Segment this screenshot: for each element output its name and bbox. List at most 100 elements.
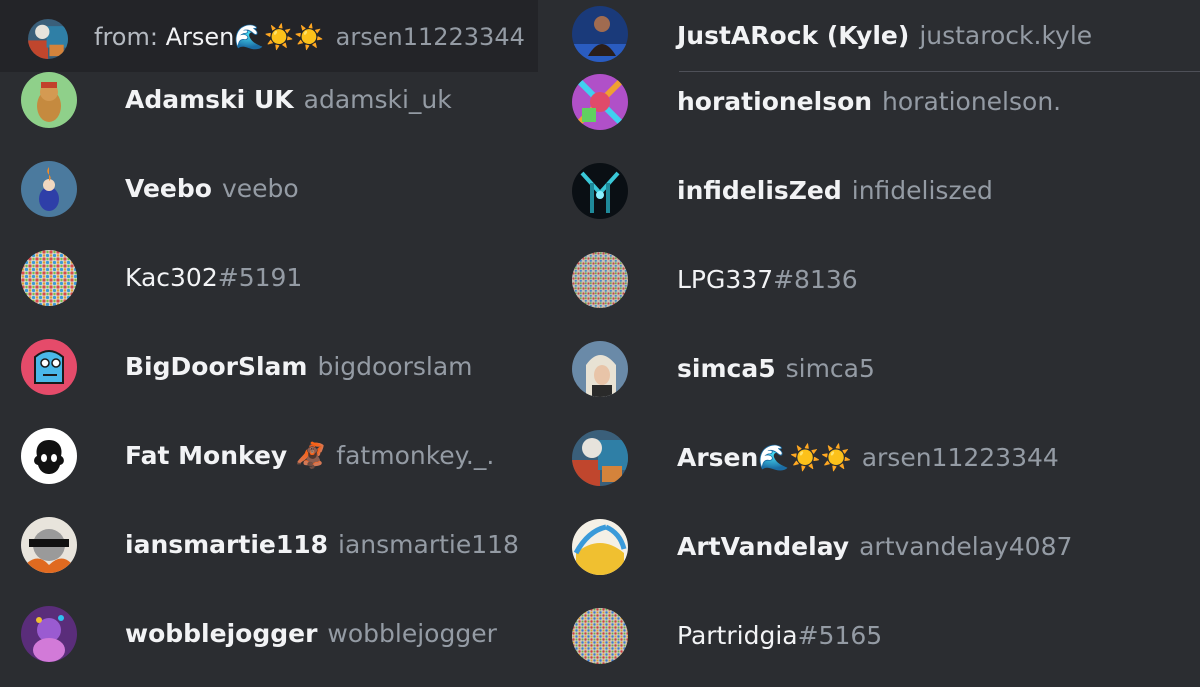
member-row[interactable]: simca5 simca5 <box>551 336 1200 402</box>
member-row[interactable]: ArtVandelay artvandelay4087 <box>551 514 1200 580</box>
avatar-image <box>572 163 628 219</box>
username: artvandelay4087 <box>859 532 1073 561</box>
username: iansmartie118 <box>338 530 519 559</box>
avatar-image <box>21 72 77 128</box>
avatar-image <box>572 519 628 575</box>
member-row[interactable]: JustARock (Kyle) justarock.kyle <box>551 2 1200 68</box>
member-label: JustARock (Kyle) justarock.kyle <box>677 21 1092 51</box>
member-row[interactable]: iansmartie118 iansmartie118 <box>0 512 560 578</box>
display-name: Adamski UK <box>125 85 294 114</box>
avatar <box>572 163 628 219</box>
display-name: wobblejogger <box>125 619 318 648</box>
avatar-image <box>572 6 628 62</box>
username: adamski_uk <box>303 85 452 114</box>
filter-display-name: Arsen <box>165 23 235 51</box>
discriminator: #5165 <box>797 621 883 650</box>
member-row[interactable]: LPG337#8136 <box>551 247 1200 313</box>
avatar-image <box>21 428 77 484</box>
avatar-image <box>572 341 628 397</box>
avatar <box>21 250 77 306</box>
filter-username: arsen11223344 <box>335 23 525 51</box>
avatar <box>572 430 628 486</box>
username: fatmonkey._. <box>336 441 495 470</box>
avatar <box>572 74 628 130</box>
discriminator: #8136 <box>773 265 858 294</box>
member-label: Veebo veebo <box>125 174 299 204</box>
member-row[interactable]: infidelisZed infideliszed <box>551 158 1200 224</box>
username: simca5 <box>785 354 875 383</box>
username: veebo <box>221 174 299 203</box>
member-row[interactable]: Partridgia#5165 <box>551 603 1200 669</box>
avatar <box>21 428 77 484</box>
member-suggestion-list: from: Arsen🌊☀️☀️ arsen11223344 Adamski U… <box>0 0 1200 687</box>
member-row[interactable]: wobblejogger wobblejogger <box>0 601 560 667</box>
member-label: wobblejogger wobblejogger <box>125 619 497 649</box>
display-name: Partridgia <box>677 621 798 650</box>
member-label: Adamski UK adamski_uk <box>125 85 452 115</box>
avatar <box>21 517 77 573</box>
display-name: iansmartie118 <box>125 530 329 559</box>
orangutan-emoji-icon: 🦧 <box>295 441 327 470</box>
username: infideliszed <box>851 176 993 205</box>
member-label: simca5 simca5 <box>677 354 875 384</box>
avatar <box>21 606 77 662</box>
avatar-image <box>572 252 628 308</box>
discriminator: #5191 <box>217 263 303 292</box>
avatar-image <box>572 608 628 664</box>
member-row[interactable]: Fat Monkey 🦧 fatmonkey._. <box>0 423 560 489</box>
display-name: Veebo <box>125 174 212 203</box>
member-row[interactable]: horationelson horationelson. <box>551 69 1200 135</box>
member-row[interactable]: Adamski UK adamski_uk <box>0 67 560 133</box>
avatar <box>572 6 628 62</box>
member-label: horationelson horationelson. <box>677 87 1061 117</box>
avatar-image <box>21 250 77 306</box>
username: wobblejogger <box>327 619 497 648</box>
avatar <box>21 339 77 395</box>
member-label: infidelisZed infideliszed <box>677 176 993 206</box>
display-name: Arsen <box>677 443 759 472</box>
avatar <box>572 341 628 397</box>
avatar-image <box>572 430 628 486</box>
display-name: LPG337 <box>677 265 774 294</box>
member-row[interactable]: BigDoorSlam bigdoorslam <box>0 334 560 400</box>
search-filter-from[interactable]: from: Arsen🌊☀️☀️ arsen11223344 <box>0 0 538 72</box>
member-label: Arsen🌊☀️☀️ arsen11223344 <box>677 443 1059 473</box>
member-row[interactable]: Arsen🌊☀️☀️ arsen11223344 <box>551 425 1200 491</box>
display-name: infidelisZed <box>677 176 842 205</box>
display-name: Kac302 <box>125 263 218 292</box>
member-label: Fat Monkey 🦧 fatmonkey._. <box>125 441 494 471</box>
avatar <box>21 161 77 217</box>
filter-emoji: 🌊☀️☀️ <box>234 23 324 51</box>
display-name: simca5 <box>677 354 776 383</box>
avatar <box>572 608 628 664</box>
avatar-arsen <box>28 19 68 59</box>
display-name: Fat Monkey <box>125 441 288 470</box>
avatar <box>572 519 628 575</box>
member-label: iansmartie118 iansmartie118 <box>125 530 519 560</box>
avatar <box>572 252 628 308</box>
display-name: ArtVandelay <box>677 532 850 561</box>
wave-sun-emoji-icon: 🌊☀️☀️ <box>758 443 852 472</box>
username: justarock.kyle <box>919 21 1093 50</box>
avatar-image <box>21 606 77 662</box>
member-label: Kac302#5191 <box>125 263 302 293</box>
username: bigdoorslam <box>317 352 473 381</box>
avatar-image <box>21 517 77 573</box>
avatar-image <box>28 19 68 59</box>
member-label: BigDoorSlam bigdoorslam <box>125 352 473 382</box>
member-label: ArtVandelay artvandelay4087 <box>677 532 1072 562</box>
avatar-image <box>572 74 628 130</box>
avatar-image <box>21 161 77 217</box>
avatar <box>21 72 77 128</box>
member-row[interactable]: Kac302#5191 <box>0 245 560 311</box>
display-name: JustARock (Kyle) <box>677 21 910 50</box>
username: arsen11223344 <box>861 443 1059 472</box>
member-row[interactable]: Veebo veebo <box>0 156 560 222</box>
member-label: LPG337#8136 <box>677 265 858 295</box>
display-name: BigDoorSlam <box>125 352 308 381</box>
member-label: Partridgia#5165 <box>677 621 882 651</box>
display-name: horationelson <box>677 87 873 116</box>
filter-prefix: from: <box>94 23 158 51</box>
avatar-image <box>21 339 77 395</box>
search-filter-label: from: Arsen🌊☀️☀️ arsen11223344 <box>94 22 525 52</box>
